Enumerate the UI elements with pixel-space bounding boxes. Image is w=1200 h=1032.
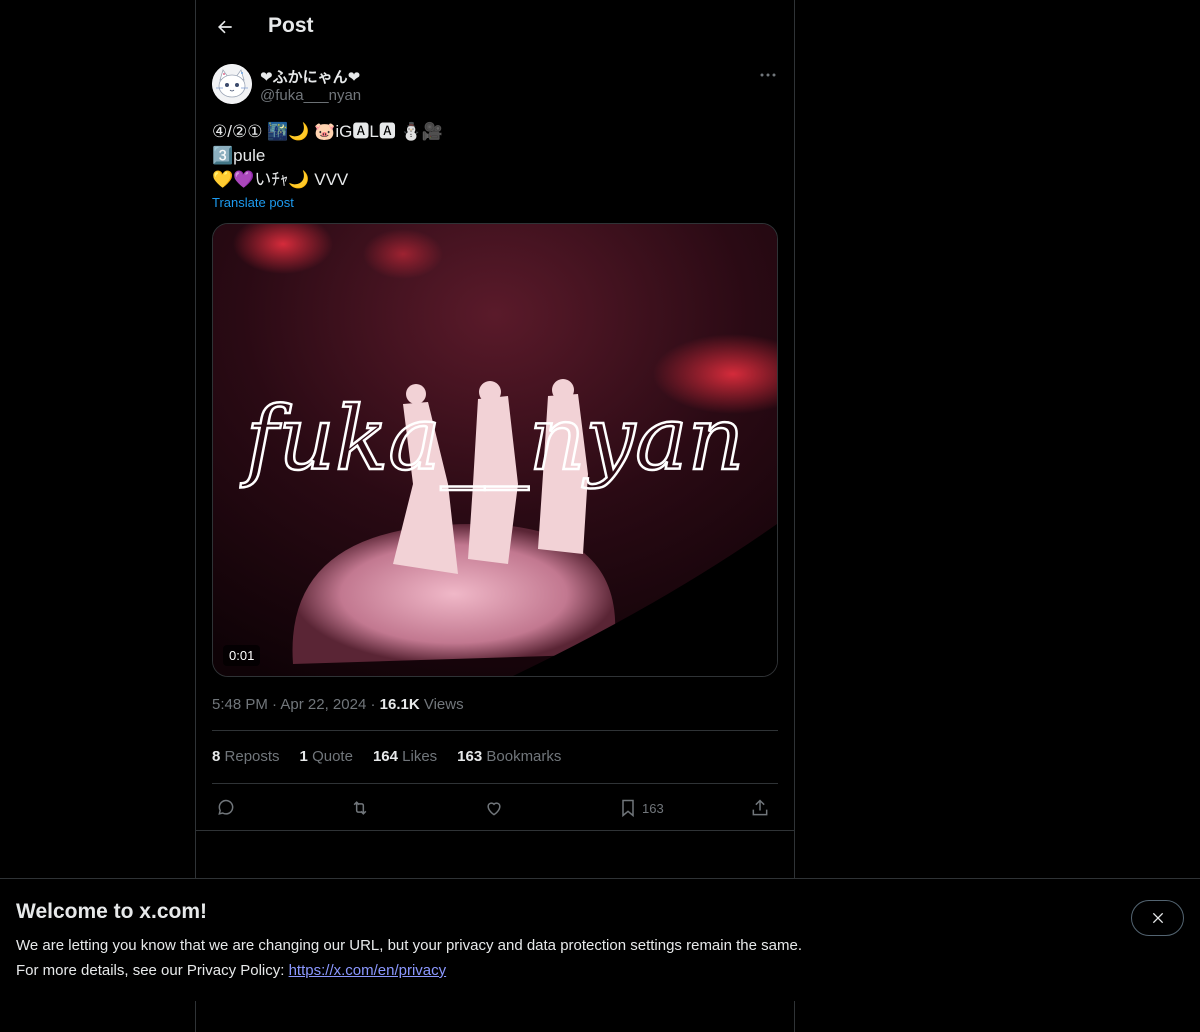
post-meta: 5:48 PM · Apr 22, 2024 · 16.1K Views [212,696,464,713]
more-dots-icon [760,73,776,77]
divider [212,783,778,784]
video-frame: fuka__nyan [213,224,777,676]
post-actions: 163 [212,796,778,820]
translate-post-link[interactable]: Translate post [212,195,294,210]
more-options-button[interactable] [756,66,780,84]
close-icon [1152,912,1163,924]
divider [196,830,794,831]
banner-title: Welcome to x.com! [16,900,207,923]
video-watermark: fuka__nyan [240,387,745,490]
bookmark-button[interactable]: 163 [618,796,664,820]
page-title: Post [268,14,314,37]
post-text-line: 3️⃣pule [212,146,266,165]
url-change-banner: Welcome to x.com! We are letting you kno… [0,878,1200,1001]
repost-icon [353,801,367,815]
post-date[interactable]: Apr 22, 2024 [280,696,366,713]
banner-privacy-prefix: For more details, see our Privacy Policy… [16,962,289,979]
separator-dot: · [370,696,380,713]
video-player[interactable]: fuka__nyan 0:01 [212,223,778,677]
bookmarks-stat[interactable]: 163 Bookmarks [457,748,561,765]
bookmark-count: 163 [642,800,664,816]
engagement-stats: 8 Reposts 1 Quote 164 Likes 163 Bookmark… [212,748,561,765]
close-banner-button[interactable] [1131,900,1184,936]
heart-icon [487,802,501,816]
post-text: ④/②① 🌃🌙 🐷iG🅰L🅰 ⛄🎥 3️⃣pule 💛💜いﾁｬ🌙 VVV [212,120,443,192]
cat-avatar-icon [212,64,252,104]
share-icon [752,799,768,816]
post-header: Post [196,0,794,54]
bookmark-icon [622,799,634,818]
post-text-line: 💛💜いﾁｬ🌙 VVV [212,170,349,189]
banner-message: We are letting you know that we are chan… [16,937,802,954]
repost-button[interactable] [350,796,370,820]
share-button[interactable] [750,796,770,820]
privacy-policy-link[interactable]: https://x.com/en/privacy [289,962,447,979]
quotes-stat[interactable]: 1 Quote [300,748,353,765]
views-label: Views [423,696,464,713]
divider [212,730,778,731]
post-text-line: ④/②① 🌃🌙 🐷iG🅰L🅰 ⛄🎥 [212,122,443,141]
like-button[interactable] [484,796,504,820]
post-time[interactable]: 5:48 PM [212,696,268,713]
user-handle[interactable]: @fuka___nyan [260,87,361,104]
arrow-left-icon [218,20,232,34]
likes-stat[interactable]: 164 Likes [373,748,437,765]
video-duration: 0:01 [223,645,261,666]
views-count: 16.1K [379,696,420,713]
reply-icon [218,799,234,815]
reply-button[interactable] [216,796,236,820]
banner-privacy-line: For more details, see our Privacy Policy… [16,962,446,979]
avatar[interactable] [212,64,252,104]
back-button[interactable] [212,14,238,40]
display-name[interactable]: ❤ふかにゃん❤ [260,66,360,87]
reposts-stat[interactable]: 8 Reposts [212,748,280,765]
